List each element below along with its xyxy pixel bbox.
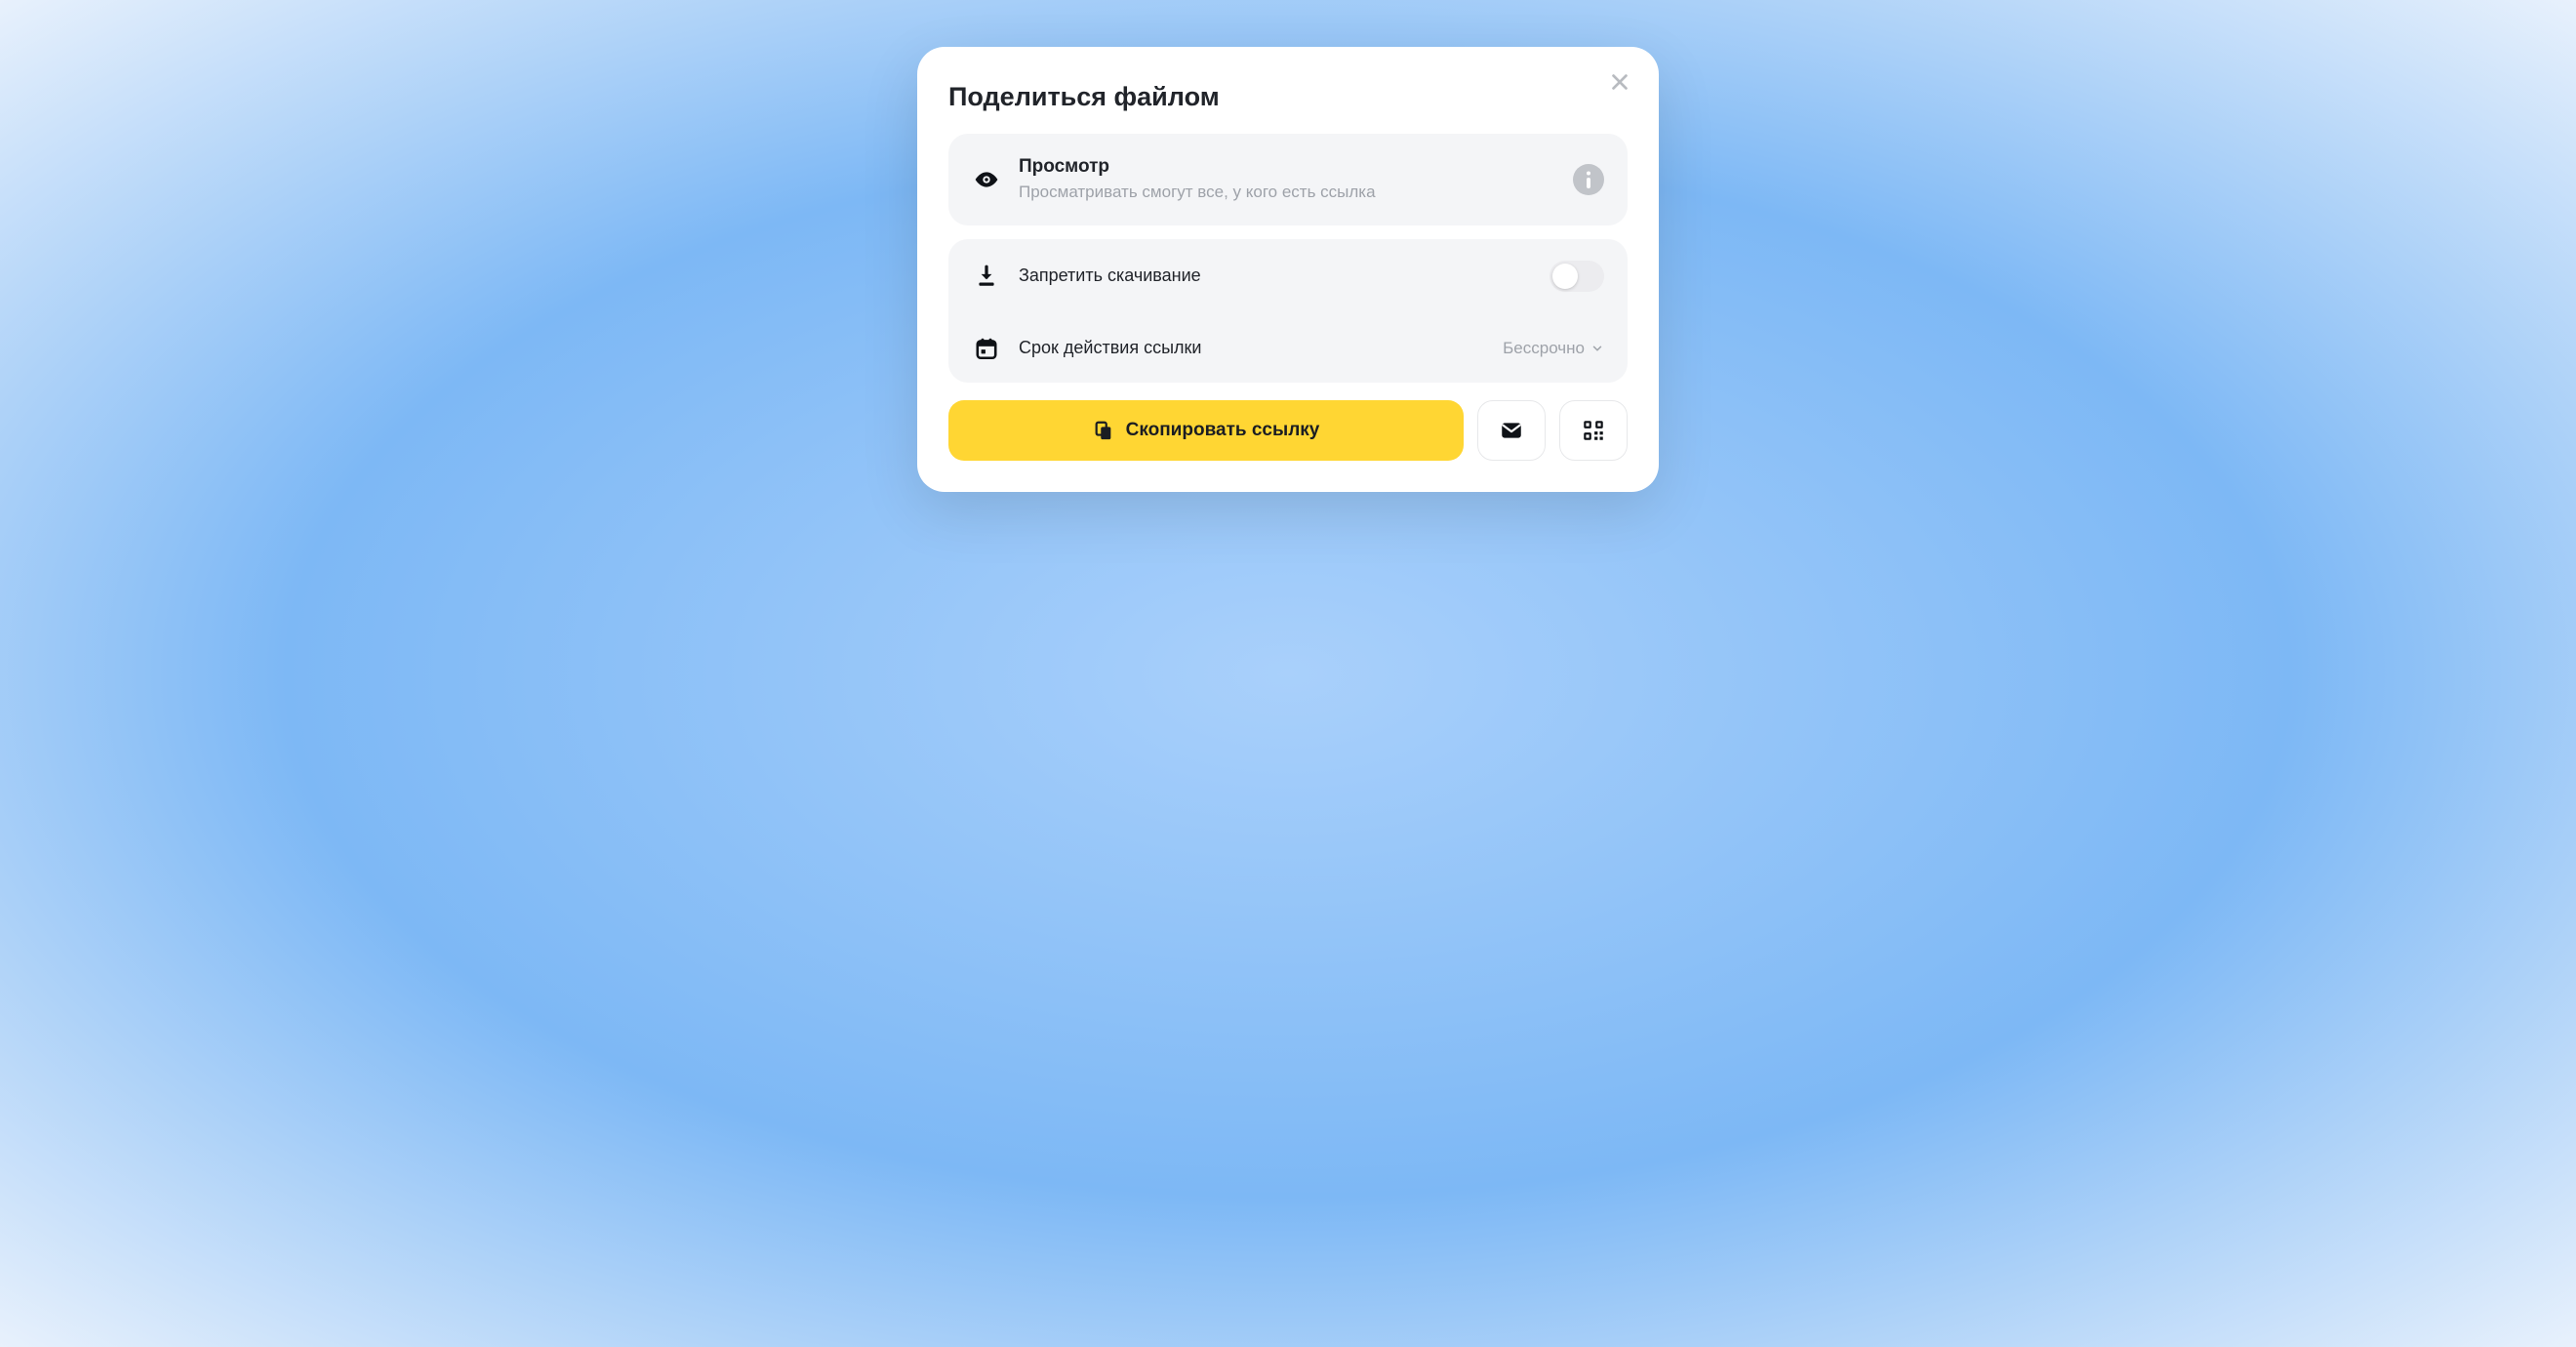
expiry-label: Срок действия ссылки xyxy=(1019,338,1485,358)
dialog-title: Поделиться файлом xyxy=(948,82,1628,112)
download-icon xyxy=(972,264,1001,289)
close-button[interactable] xyxy=(1606,68,1633,96)
expiry-row: Срок действия ссылки Бессрочно xyxy=(972,314,1604,361)
access-panel: Просмотр Просматривать смогут все, у ког… xyxy=(948,134,1628,225)
qr-button[interactable] xyxy=(1559,400,1628,461)
close-icon xyxy=(1609,71,1630,93)
disallow-download-label: Запретить скачивание xyxy=(1019,265,1532,286)
email-button[interactable] xyxy=(1477,400,1546,461)
disallow-download-row: Запретить скачивание xyxy=(972,261,1604,313)
expiry-value: Бессрочно xyxy=(1503,339,1585,358)
options-panel: Запретить скачивание Срок действия ссылк… xyxy=(948,239,1628,383)
expiry-select[interactable]: Бессрочно xyxy=(1503,339,1604,358)
actions-row: Скопировать ссылку xyxy=(948,400,1628,461)
copy-link-button[interactable]: Скопировать ссылку xyxy=(948,400,1464,461)
info-icon xyxy=(1585,171,1592,188)
toggle-knob xyxy=(1552,264,1578,289)
qr-icon xyxy=(1581,418,1606,443)
eye-icon xyxy=(972,167,1001,192)
share-file-dialog: Поделиться файлом Просмотр Просматривать… xyxy=(917,47,1659,492)
calendar-icon xyxy=(972,336,1001,361)
disallow-download-toggle[interactable] xyxy=(1550,261,1604,292)
copy-icon xyxy=(1093,420,1114,441)
access-subtitle: Просматривать смогут все, у кого есть сс… xyxy=(1019,182,1555,204)
copy-link-label: Скопировать ссылку xyxy=(1126,420,1320,441)
chevron-down-icon xyxy=(1590,342,1604,355)
access-title: Просмотр xyxy=(1019,155,1555,180)
mail-icon xyxy=(1499,418,1524,443)
info-button[interactable] xyxy=(1573,164,1604,195)
